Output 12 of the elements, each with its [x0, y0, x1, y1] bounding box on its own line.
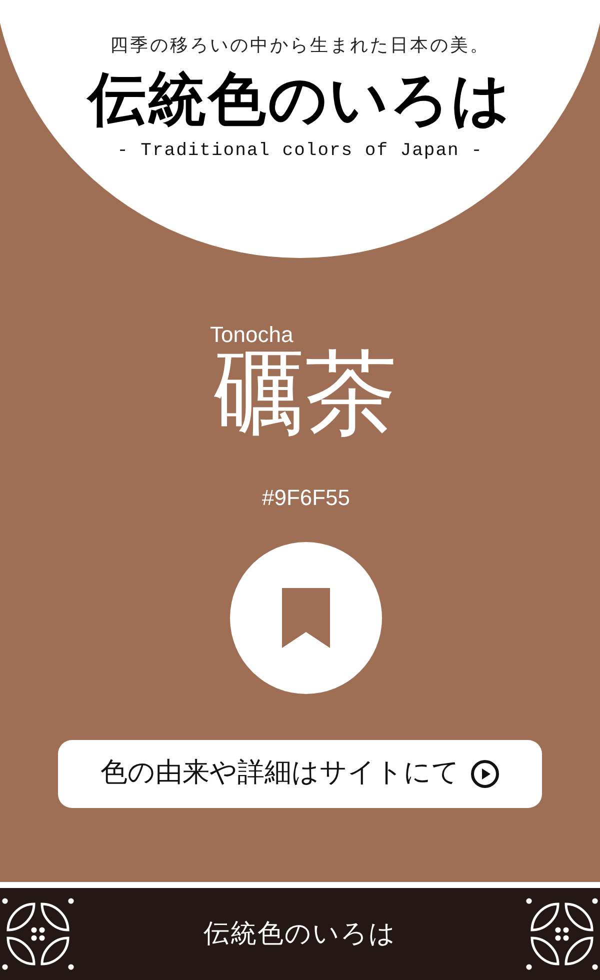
tagline: 四季の移ろいの中から生まれた日本の美。	[110, 34, 490, 58]
bookmark-icon	[282, 588, 330, 648]
footer-title: 伝統色のいろは	[204, 918, 396, 950]
color-name: 礪茶	[213, 346, 397, 443]
subtitle: - Traditional colors of Japan -	[117, 140, 483, 162]
color-hex-code: #9F6F55	[262, 484, 350, 512]
color-romaji: Tonocha	[210, 324, 294, 346]
ornament-icon	[2, 898, 74, 970]
site-link-button[interactable]: 色の由来や詳細はサイトにて	[58, 740, 542, 808]
ornament-icon	[526, 898, 598, 970]
play-circle-icon	[470, 758, 500, 789]
logo-title: 伝統色のいろは	[88, 64, 512, 135]
